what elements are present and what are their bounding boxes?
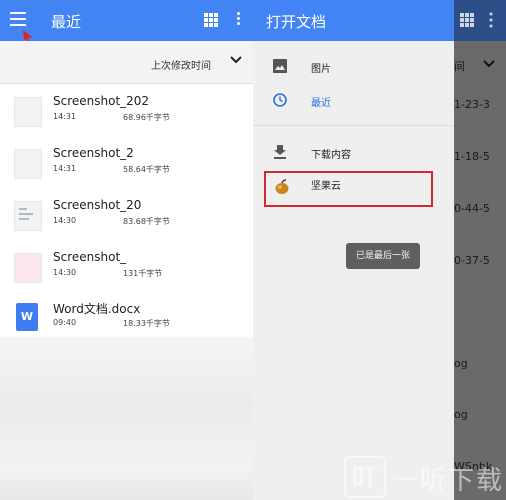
file-size: 58.64千字节 [123, 165, 170, 174]
chevron-down-icon [483, 60, 495, 68]
clock-icon [273, 93, 287, 107]
background-text-fragment: 0-37-5 [454, 254, 490, 267]
sort-by-modified-label[interactable]: 上次修改时间 [151, 57, 211, 72]
background-text-fragment: 1-18-5 [454, 150, 490, 163]
screen-title: 最近 [51, 13, 82, 31]
word-document-icon: W [16, 303, 38, 331]
nav-label: 下载内容 [311, 150, 351, 161]
file-size: 83.68千字节 [123, 217, 170, 226]
nav-item-images[interactable]: 图片 [253, 51, 454, 81]
file-row[interactable]: Screenshot_2 14:31 58.64千字节 [0, 142, 253, 194]
screenshot-thumbnail [14, 253, 42, 283]
drawer-header: 打开文档 [253, 0, 454, 41]
file-name: Screenshot_ [53, 250, 127, 264]
background-text-fragment: og [454, 357, 468, 370]
file-row[interactable]: Screenshot_202 14:31 68.96千字节 [0, 90, 253, 142]
file-name: Screenshot_2 [53, 146, 134, 160]
sort-bar: 上次修改时间 [0, 41, 253, 84]
file-row[interactable]: Screenshot_ 14:30 131千字节 [0, 246, 253, 298]
file-time: 14:31 [53, 164, 77, 173]
screenshot-thumbnail [14, 149, 42, 179]
blurred-content [0, 337, 253, 500]
hamburger-menu-icon[interactable] [10, 12, 26, 28]
recent-files-screen: 最近 上次修改时间 Screenshot_202 14:31 68.96千字节 … [0, 0, 253, 500]
file-name: Screenshot_202 [53, 94, 150, 108]
background-text-fragment: og [454, 408, 468, 421]
file-name: Screenshot_20 [53, 198, 142, 212]
nav-label: 最近 [311, 98, 331, 109]
more-options-icon[interactable] [235, 12, 241, 28]
watermark: 一听下载 [340, 452, 506, 500]
navigation-drawer: 打开文档 图片 最近 下载内容 坚果云 已是最后一张 [253, 0, 454, 500]
grid-view-icon [460, 13, 474, 27]
drawer-title: 打开文档 [266, 13, 327, 31]
drawer-divider [253, 125, 454, 126]
file-size: 131千字节 [123, 269, 163, 278]
file-time: 09:40 [53, 318, 77, 327]
file-name: Word文档.docx [53, 302, 141, 316]
background-text-fragment: 1-23-3 [454, 98, 490, 111]
file-time: 14:30 [53, 216, 77, 225]
grid-view-icon[interactable] [204, 13, 218, 27]
chevron-down-icon[interactable] [229, 53, 243, 67]
screenshot-thumbnail [14, 97, 42, 127]
background-text-fragment: 间 [454, 60, 465, 73]
file-size: 18.33千字节 [123, 319, 170, 328]
file-row[interactable]: Screenshot_20 14:30 83.68千字节 [0, 194, 253, 246]
watermark-text: 一听下载 [392, 466, 505, 496]
screenshot-thumbnail [14, 201, 42, 231]
toast-message: 已是最后一张 [346, 243, 420, 269]
more-options-icon [489, 12, 493, 28]
file-time: 14:31 [53, 112, 77, 121]
image-icon [273, 59, 287, 73]
nav-item-downloads[interactable]: 下载内容 [253, 137, 454, 167]
nav-item-recent[interactable]: 最近 [253, 85, 454, 115]
download-icon [274, 145, 286, 159]
watermark-logo-icon [344, 456, 386, 498]
nav-label: 图片 [311, 64, 331, 75]
file-size: 68.96千字节 [123, 113, 170, 122]
background-text-fragment: 0-44-5 [454, 202, 490, 215]
highlight-box-annotation [264, 171, 433, 207]
open-document-screen: 间 1-23-3 1-18-5 0-44-5 0-37-5 og og WSnb… [253, 0, 506, 500]
file-time: 14:30 [53, 268, 77, 277]
